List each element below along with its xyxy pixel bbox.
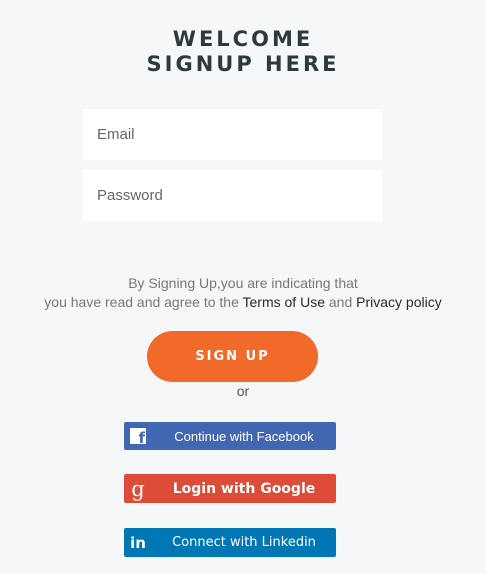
terms-conjunction: and: [324, 294, 357, 310]
facebook-button-label: Continue with Facebook: [174, 428, 314, 444]
google-icon: g: [131, 476, 145, 501]
terms-line-2: you have read and agree to the Terms of …: [0, 293, 486, 312]
terms-notice: By Signing Up,you are indicating that yo…: [0, 274, 486, 312]
terms-line-2-prefix: you have read and agree to the: [44, 294, 243, 310]
terms-line-1: By Signing Up,you are indicating that: [128, 275, 358, 291]
email-field[interactable]: [83, 109, 382, 160]
google-button-label: Login with Google: [172, 480, 316, 497]
linkedin-button-label: Connect with Linkedin: [172, 535, 316, 550]
facebook-login-button[interactable]: f Continue with Facebook: [124, 422, 336, 450]
password-field[interactable]: [83, 170, 382, 221]
signup-button[interactable]: SIGN UP: [147, 331, 318, 382]
google-login-button[interactable]: g Login with Google: [124, 474, 336, 503]
title-line-welcome: WELCOME: [172, 27, 314, 51]
linkedin-icon: in: [130, 533, 146, 552]
privacy-policy-link[interactable]: Privacy policy: [356, 294, 442, 310]
title-line-signup: SIGNUP HERE: [146, 52, 340, 76]
terms-of-use-link[interactable]: Terms of Use: [243, 294, 325, 310]
linkedin-login-button[interactable]: in Connect with Linkedin: [124, 528, 336, 557]
or-separator: or: [236, 383, 250, 399]
page-title: WELCOME SIGNUP HERE: [0, 27, 486, 77]
facebook-icon: f: [124, 422, 152, 450]
